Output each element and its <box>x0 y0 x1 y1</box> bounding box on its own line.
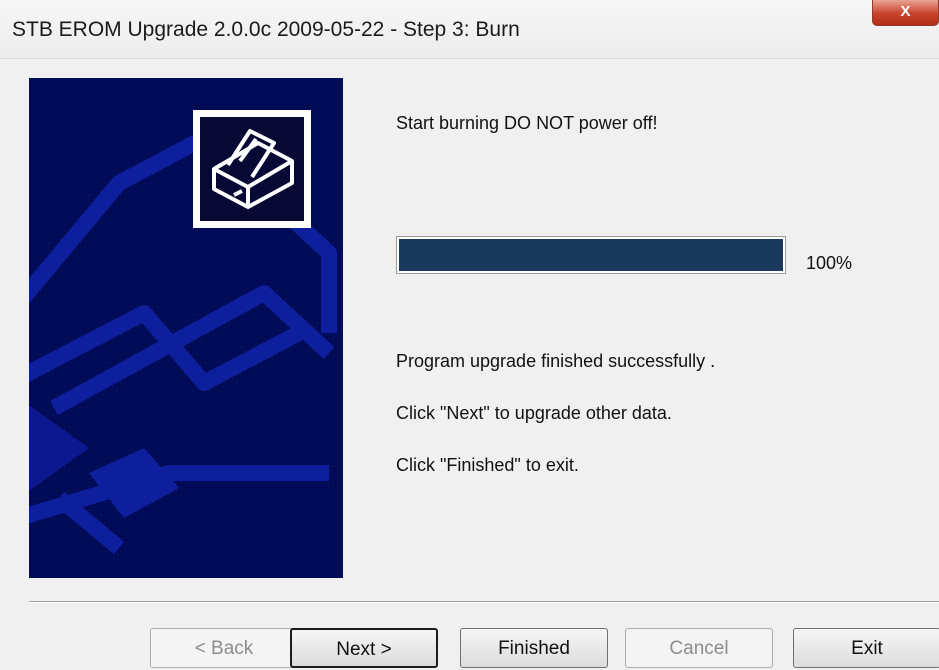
success-message: Program upgrade finished successfully . <box>396 351 716 371</box>
footer-separator <box>29 601 939 603</box>
burn-progress-bar <box>396 236 786 274</box>
window-title: STB EROM Upgrade 2.0.0c 2009-05-22 - Ste… <box>12 18 520 41</box>
burn-status-message: Start burning DO NOT power off! <box>396 113 658 133</box>
progress-percent-label: 100% <box>806 253 853 273</box>
cancel-button[interactable]: Cancel <box>625 628 773 668</box>
close-button[interactable]: X <box>872 0 939 26</box>
title-bar: STB EROM Upgrade 2.0.0c 2009-05-22 - Ste… <box>0 0 939 59</box>
finished-button[interactable]: Finished <box>460 628 608 668</box>
close-icon: X <box>900 3 911 20</box>
exit-button[interactable]: Exit <box>793 628 939 668</box>
progress-fill <box>399 239 783 271</box>
wizard-side-image <box>29 78 343 578</box>
next-button[interactable]: Next > <box>290 628 438 668</box>
printer-icon <box>200 117 304 221</box>
printer-icon-frame <box>193 110 311 228</box>
back-button[interactable]: < Back <box>150 628 298 668</box>
next-hint-message: Click "Next" to upgrade other data. <box>396 403 672 423</box>
finish-hint-message: Click "Finished" to exit. <box>396 455 579 475</box>
